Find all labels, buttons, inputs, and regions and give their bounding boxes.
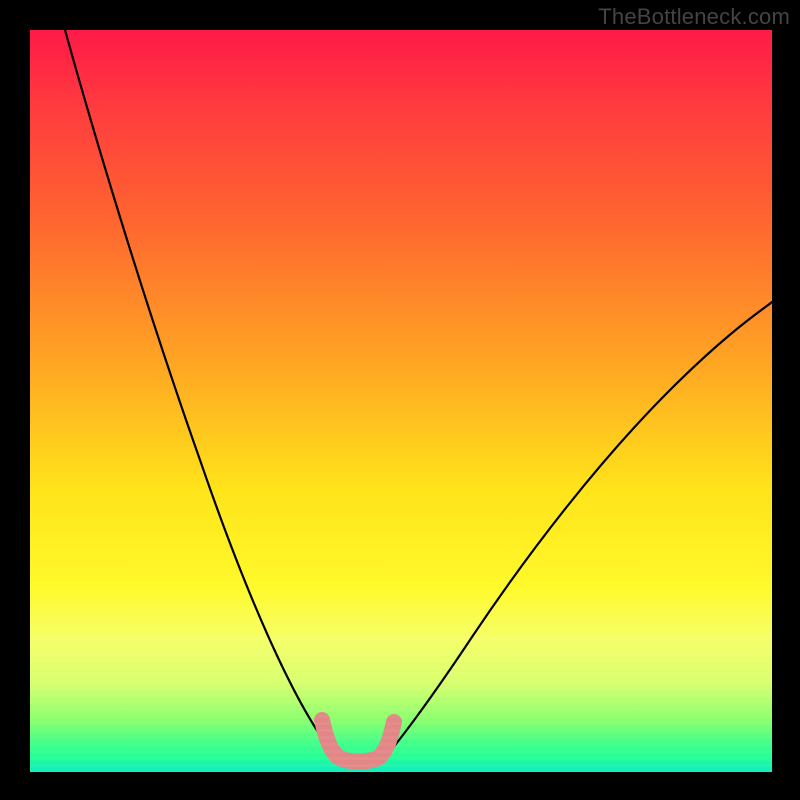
watermark-text: TheBottleneck.com: [598, 4, 790, 30]
right-curve: [386, 302, 772, 756]
left-curve: [65, 30, 336, 756]
plot-area: [30, 30, 772, 772]
valley-marker: [322, 720, 394, 762]
chart-curves-svg: [30, 30, 772, 772]
